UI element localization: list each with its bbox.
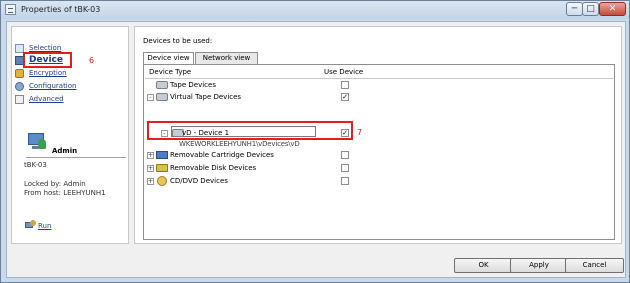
tree-row-cd-dvd-devices[interactable]: + CD/DVD Devices	[144, 176, 614, 187]
annotation-7: 7	[357, 128, 363, 137]
use-device-checkbox[interactable]	[341, 164, 349, 172]
from-host-text: From host: LEEHYUNH1	[24, 189, 106, 197]
tape-icon	[156, 81, 168, 89]
devices-to-be-used-label: Devices to be used:	[143, 37, 213, 45]
run-icon	[25, 220, 37, 230]
highlight-box-7	[147, 121, 353, 140]
annotation-6: 6	[89, 56, 95, 65]
advanced-icon	[15, 95, 24, 104]
expand-toggle[interactable]: +	[147, 152, 154, 159]
disk-icon	[156, 164, 168, 172]
sidebar-item-encryption[interactable]: Encryption	[15, 68, 115, 79]
locked-by-text: Locked by: Admin	[24, 180, 86, 188]
row-label: Removable Cartridge Devices	[170, 151, 274, 159]
sidebar-item-advanced[interactable]: Advanced	[15, 94, 115, 105]
sidebar-item-label: Encryption	[29, 69, 67, 77]
row-label: Tape Devices	[170, 81, 216, 89]
window-title: Properties of tBK-03	[21, 5, 101, 14]
admin-name: Admin	[52, 147, 78, 155]
apply-button[interactable]: Apply	[510, 258, 568, 273]
ok-button[interactable]: OK	[454, 258, 513, 273]
use-device-checkbox[interactable]	[341, 81, 349, 89]
sidebar-item-label: Selection	[29, 44, 62, 52]
highlight-box-6	[23, 52, 72, 68]
title-bar: Properties of tBK-03 ─ □ ✕	[1, 1, 629, 19]
sidebar-item-configuration[interactable]: Configuration	[15, 81, 115, 92]
sidebar: Selection Device 6 Encryption Configurat…	[11, 26, 129, 244]
window-icon	[5, 4, 16, 15]
minimize-button[interactable]: ─	[566, 2, 583, 16]
expand-toggle[interactable]: +	[147, 178, 154, 185]
tree-row-virtual-tape-devices[interactable]: - Virtual Tape Devices ✓	[144, 92, 614, 103]
run-link[interactable]: Run	[38, 222, 51, 230]
row-label: Virtual Tape Devices	[170, 93, 242, 101]
properties-window: Properties of tBK-03 ─ □ ✕ Selection Dev…	[0, 0, 630, 283]
row-label: CD/DVD Devices	[170, 177, 228, 185]
collapse-toggle[interactable]: -	[147, 94, 154, 101]
tape-icon	[156, 93, 168, 101]
sidebar-item-label: Configuration	[29, 82, 77, 90]
maximize-button[interactable]: □	[582, 2, 599, 16]
admin-computer-icon	[26, 133, 48, 151]
cancel-button[interactable]: Cancel	[565, 258, 624, 273]
cd-icon	[157, 176, 167, 186]
column-header-use-device: Use Device	[324, 68, 364, 76]
cartridge-icon	[156, 151, 168, 159]
configuration-icon	[15, 82, 24, 91]
divider	[26, 157, 126, 158]
tree-row-removable-cartridge-devices[interactable]: + Removable Cartridge Devices	[144, 150, 614, 161]
header-divider	[145, 78, 613, 79]
lock-icon	[15, 69, 24, 78]
use-device-checkbox[interactable]	[341, 177, 349, 185]
column-header-device-type: Device Type	[149, 68, 192, 76]
device-path-text: WKEWORKLEEHYUNH1\vDevices\vD	[179, 140, 300, 148]
close-button[interactable]: ✕	[599, 2, 626, 16]
tree-row-tape-devices[interactable]: Tape Devices	[144, 80, 614, 91]
host-name: tBK-03	[24, 161, 47, 169]
dialog-body: Selection Device 6 Encryption Configurat…	[6, 21, 626, 278]
device-panel: Devices to be used: Network view Device …	[134, 26, 622, 244]
row-label: Removable Disk Devices	[170, 164, 257, 172]
use-device-checkbox[interactable]: ✓	[341, 93, 349, 101]
expand-toggle[interactable]: +	[147, 165, 154, 172]
tree-row-removable-disk-devices[interactable]: + Removable Disk Devices	[144, 163, 614, 174]
use-device-checkbox[interactable]	[341, 151, 349, 159]
sidebar-item-label: Advanced	[29, 95, 64, 103]
device-tree: Device Type Use Device Tape Devices - Vi…	[143, 64, 615, 240]
tab-network-view[interactable]: Network view	[195, 52, 258, 64]
